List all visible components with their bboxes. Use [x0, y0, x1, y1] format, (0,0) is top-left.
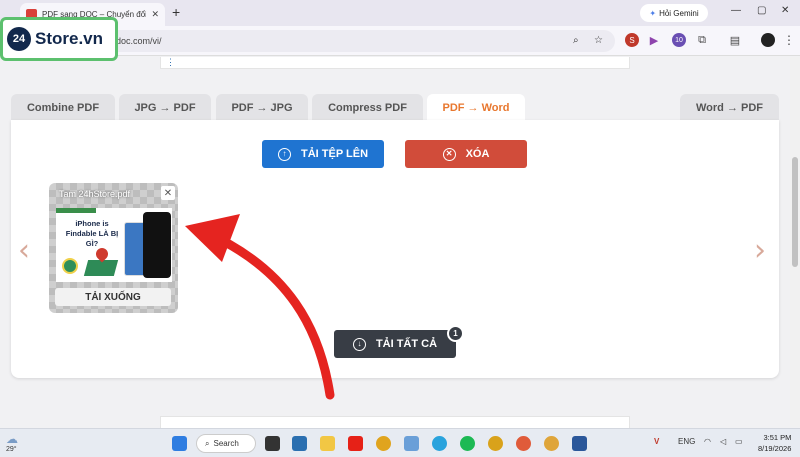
menu-kebab-icon[interactable]: ⋮	[782, 33, 796, 47]
top-ad-card: ⋮	[160, 57, 630, 69]
store-app-icon[interactable]	[292, 436, 307, 451]
file-explorer-icon[interactable]	[320, 436, 335, 451]
language-indicator[interactable]: ENG	[678, 437, 695, 446]
download-all-label: TẢI TẤT CẢ	[375, 338, 438, 350]
file-thumbnail-card[interactable]: Tam 24hStore.pdf ✕ iPhone is Findable LÀ…	[49, 183, 178, 313]
search-icon: ⌕	[205, 438, 210, 448]
clear-x-icon: ✕	[442, 147, 456, 161]
bookmark-star-icon[interactable]: ☆	[594, 35, 603, 46]
clock-date: 8/19/2026	[758, 444, 792, 454]
new-tab-button[interactable]: +	[172, 4, 180, 20]
prev-arrow-icon[interactable]: ‹	[18, 233, 30, 268]
download-all-button[interactable]: ↓ TẢI TẤT CẢ	[334, 330, 456, 358]
tab-jpg-to-pdf[interactable]: JPG → PDF	[119, 94, 211, 121]
volume-icon[interactable]: ◁	[720, 437, 726, 446]
zoom-icon[interactable]: ⌕	[573, 35, 579, 46]
logo-badge: 24	[7, 27, 31, 51]
taskbar-search[interactable]: ⌕ Search	[196, 434, 256, 453]
download-file-button[interactable]: TẢI XUỐNG	[55, 288, 171, 306]
taskbar: ☁ 29° ⌕ Search V ENG ◠ ◁ ▭ 3:51 PM 8/19/…	[0, 428, 800, 457]
profile-avatar[interactable]	[761, 33, 775, 47]
gemini-label: Hỏi Gemini	[659, 8, 699, 18]
browser-tabstrip: PDF sang DOC – Chuyển đổi PDF ✕ + ✦ Hỏi …	[0, 0, 800, 26]
phone-screen	[143, 212, 171, 278]
system-clock[interactable]: 3:51 PM 8/19/2026	[758, 432, 791, 455]
tab-word-to-pdf[interactable]: Word → PDF	[680, 94, 779, 121]
tab-close-icon[interactable]: ✕	[151, 9, 159, 20]
scrollbar-thumb[interactable]	[792, 157, 798, 267]
chrome-alt-icon[interactable]	[516, 436, 531, 451]
weather-temp: 29°	[6, 446, 17, 453]
bottom-ad-card	[160, 416, 630, 428]
spotify-icon[interactable]	[460, 436, 475, 451]
preview-title: iPhone is Findable LÀ BỊ GÌ?	[65, 219, 119, 248]
upload-arrow-icon: ↑	[277, 147, 291, 161]
notepad-icon[interactable]	[404, 436, 419, 451]
upload-label: TẢI TỆP LÊN	[300, 148, 369, 160]
chrome-icon[interactable]	[376, 436, 391, 451]
file-preview-image: iPhone is Findable LÀ BỊ GÌ?	[56, 208, 172, 282]
search-label: Search	[213, 439, 239, 448]
logo-text: Store.vn	[35, 29, 104, 48]
wifi-icon[interactable]: ◠	[704, 437, 711, 446]
preview-green-bar	[56, 208, 96, 213]
clear-label: XÓA	[465, 148, 490, 160]
extension-play-icon[interactable]: ▶	[647, 33, 661, 47]
gemini-sparkle-icon: ✦	[649, 8, 657, 18]
more-dots-icon[interactable]: ⋮	[166, 57, 175, 68]
upload-files-button[interactable]: ↑ TẢI TỆP LÊN	[262, 140, 384, 168]
word-icon[interactable]	[572, 436, 587, 451]
tab-combine-pdf[interactable]: Combine PDF	[11, 94, 115, 121]
telegram-icon[interactable]	[432, 436, 447, 451]
findmy-icon	[62, 258, 78, 274]
close-window-button[interactable]: ✕	[781, 5, 789, 16]
tray-app-icon[interactable]: V	[654, 437, 659, 446]
weather-widget[interactable]: ☁ 29°	[6, 432, 18, 453]
task-view-icon[interactable]	[265, 436, 280, 451]
battery-icon[interactable]: ▭	[735, 437, 743, 446]
clock-time: 3:51 PM	[763, 433, 792, 442]
cloud-icon: ☁	[6, 432, 18, 446]
side-panel-icon[interactable]: ▤	[728, 33, 742, 47]
chrome-other-icon[interactable]	[544, 436, 559, 451]
tab-compress-pdf[interactable]: Compress PDF	[312, 94, 423, 121]
url-text: doc.com/vi/	[116, 36, 162, 46]
extensions-puzzle-icon[interactable]: ⧉	[695, 33, 709, 47]
extension-badge-icon[interactable]: 10	[672, 33, 686, 47]
start-windows-icon[interactable]	[172, 436, 187, 451]
tab-pdf-to-word[interactable]: PDF → Word	[427, 94, 525, 121]
minimize-button[interactable]: —	[731, 5, 741, 16]
gemini-button[interactable]: ✦ Hỏi Gemini	[640, 4, 708, 22]
remove-file-icon[interactable]: ✕	[161, 186, 175, 200]
clear-button[interactable]: ✕ XÓA	[405, 140, 527, 168]
file-count-badge: 1	[447, 325, 464, 342]
next-arrow-icon[interactable]: ›	[754, 233, 766, 268]
download-arrow-icon: ↓	[352, 337, 366, 351]
maximize-button[interactable]: ▢	[757, 5, 766, 16]
url-field[interactable]: doc.com/vi/ ⌕ ☆	[100, 30, 615, 52]
extension-s-icon[interactable]: S	[625, 33, 639, 47]
page-scrollbar[interactable]	[790, 57, 800, 427]
tab-pdf-to-jpg[interactable]: PDF → JPG	[216, 94, 308, 121]
file-name: Tam 24hStore.pdf	[59, 189, 131, 199]
chrome-profile-icon[interactable]	[488, 436, 503, 451]
youtube-icon[interactable]	[348, 436, 363, 451]
store-logo: 24 Store.vn	[0, 17, 118, 61]
